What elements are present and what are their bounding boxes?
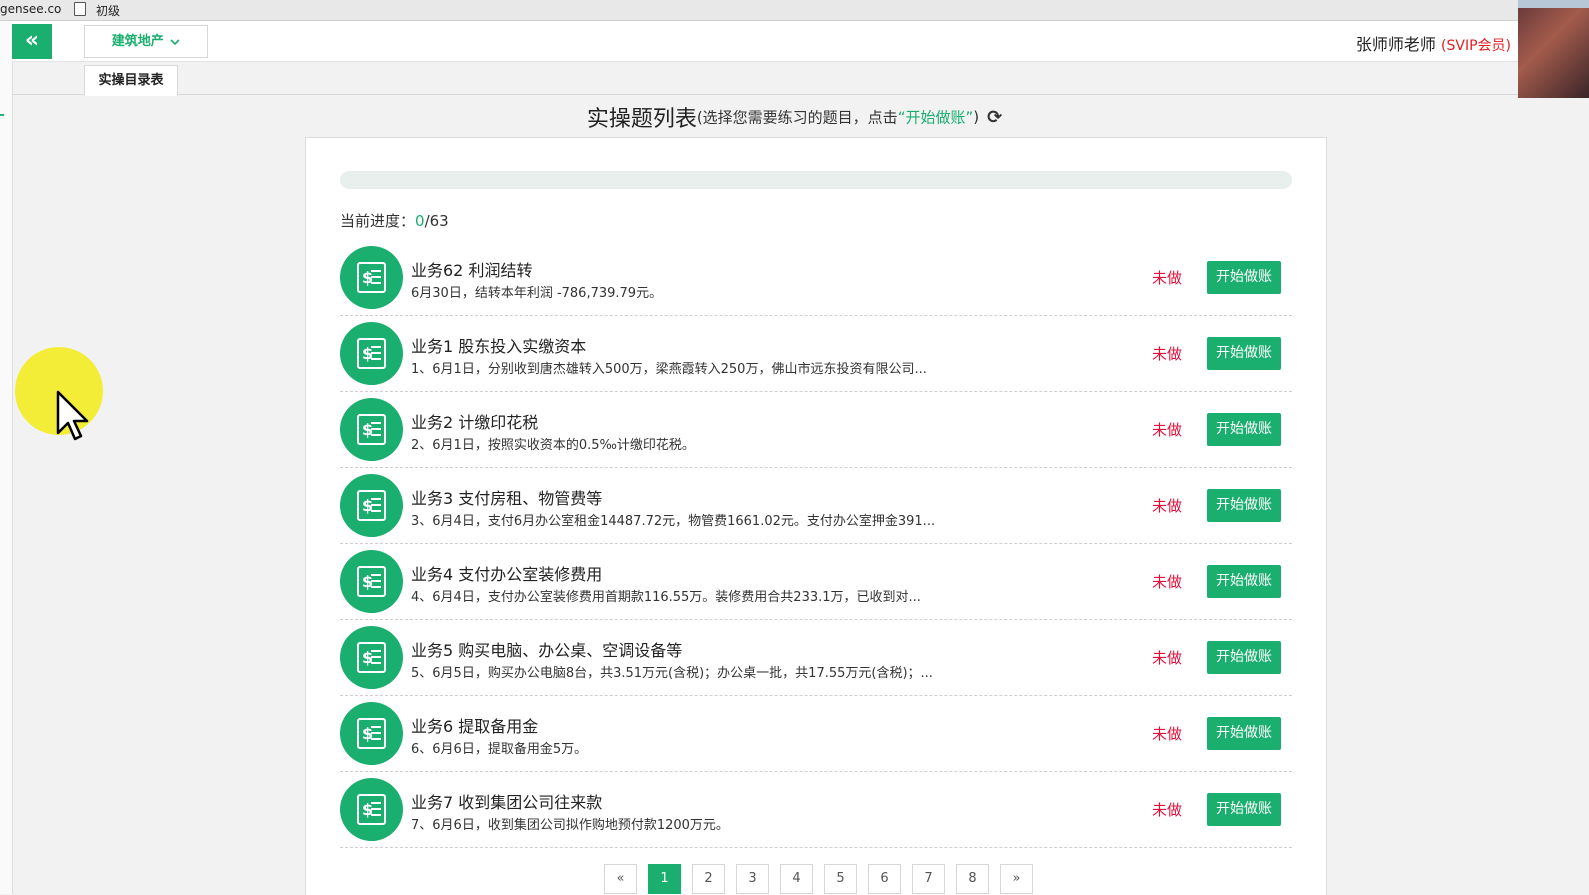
- task-description: 2、6月1日，按照实收资本的0.5‰计缴印花税。: [411, 438, 695, 453]
- receipt-sheet: $: [357, 794, 386, 825]
- task-title[interactable]: 业务4 支付办公室装修费用: [411, 561, 602, 585]
- receipt-sheet: $: [357, 642, 386, 673]
- user-name: 张师师老师: [1355, 35, 1436, 54]
- task-title[interactable]: 业务3 支付房租、物管费等: [411, 485, 602, 509]
- left-sidebar-edge: [0, 21, 13, 894]
- task-status: 未做: [1152, 421, 1183, 439]
- progress-label: 当前进度：: [340, 212, 416, 230]
- receipt-sheet: $: [357, 718, 386, 749]
- task-title[interactable]: 业务62 利润结转: [411, 257, 532, 281]
- receipt-sheet: $: [357, 566, 386, 597]
- task-status: 未做: [1152, 649, 1183, 667]
- task-row: $ 业务5 购买电脑、办公桌、空调设备等 5、6月5日，购买办公电脑8台，共3.51…: [340, 620, 1292, 696]
- industry-select-value: 建筑地产: [111, 34, 164, 49]
- task-row: $ 业务62 利润结转 6月30日，结转本年利润 -786,739.79元。 未做 开始…: [340, 240, 1292, 316]
- browser-tab-title[interactable]: 初级: [96, 2, 120, 19]
- task-list: $ 业务62 利润结转 6月30日，结转本年利润 -786,739.79元。 未做 开始…: [340, 240, 1292, 848]
- task-status: 未做: [1152, 345, 1183, 363]
- pagination-page-2[interactable]: 2: [692, 864, 725, 894]
- task-status: 未做: [1152, 269, 1183, 287]
- collapse-sidebar-button[interactable]: «: [12, 24, 52, 59]
- progress-done: 0: [415, 212, 425, 230]
- start-bookkeeping-button[interactable]: 开始做账: [1207, 261, 1281, 294]
- task-row: $ 业务1 股东投入实缴资本 1、6月1日，分别收到唐杰雄转入500万，梁燕霞转入2…: [340, 316, 1292, 392]
- receipt-icon: $: [340, 550, 403, 613]
- receipt-icon: $: [340, 626, 403, 689]
- task-title[interactable]: 业务2 计缴印花税: [411, 409, 538, 433]
- start-bookkeeping-button[interactable]: 开始做账: [1207, 717, 1281, 750]
- task-description: 6、6月6日，提取备用金5万。: [411, 742, 588, 757]
- double-chevron-left-icon: «: [24, 28, 40, 53]
- pagination: « 1 2 3 4 5 6 7 8 »: [604, 864, 1044, 894]
- chevron-down-icon: [170, 38, 180, 45]
- task-title[interactable]: 业务7 收到集团公司往来款: [411, 789, 602, 813]
- task-description: 5、6月5日，购买办公电脑8台，共3.51万元(含税)；办公桌一批，共17.55…: [411, 666, 933, 681]
- task-description: 7、6月6日，收到集团公司拟作购地预付款1200万元。: [411, 818, 729, 833]
- pagination-page-7[interactable]: 7: [912, 864, 945, 894]
- industry-select[interactable]: 建筑地产: [84, 25, 208, 58]
- tab-bar: 实操目录表: [12, 62, 1518, 96]
- task-status: 未做: [1152, 801, 1183, 819]
- task-row: $ 业务7 收到集团公司往来款 7、6月6日，收到集团公司拟作购地预付款1200万元…: [340, 772, 1292, 848]
- user-level-badge: (SVIP会员): [1441, 38, 1511, 54]
- list-hint-action: “开始做账”: [897, 108, 974, 127]
- receipt-sheet: $: [357, 262, 386, 293]
- user-info[interactable]: 张师师老师 (SVIP会员): [1356, 31, 1511, 55]
- webcam-overlay: [1518, 0, 1589, 98]
- top-bar: « 建筑地产 张师师老师 (SVIP会员): [12, 21, 1589, 62]
- receipt-icon: $: [340, 702, 403, 765]
- task-description: 3、6月4日，支付6月办公室租金14487.72元，物管费1661.02元。支付…: [411, 514, 936, 529]
- task-title[interactable]: 业务1 股东投入实缴资本: [411, 333, 586, 357]
- start-bookkeeping-button[interactable]: 开始做账: [1207, 337, 1281, 370]
- task-status: 未做: [1152, 725, 1183, 743]
- pagination-next-button[interactable]: »: [1000, 864, 1033, 894]
- receipt-icon: $: [340, 398, 403, 461]
- progress-total: /63: [424, 212, 449, 230]
- document-icon: [74, 2, 86, 16]
- tab-practice-catalog[interactable]: 实操目录表: [84, 65, 178, 96]
- task-row: $ 业务2 计缴印花税 2、6月1日，按照实收资本的0.5‰计缴印花税。 未做 开始做账: [340, 392, 1292, 468]
- start-bookkeeping-button[interactable]: 开始做账: [1207, 565, 1281, 598]
- pagination-page-1[interactable]: 1: [648, 864, 681, 894]
- progress-text: 当前进度：0/63: [340, 210, 449, 231]
- task-list-card: 当前进度：0/63 $ 业务62 利润结转 6月30日，结转本年利润 -786,73…: [305, 137, 1327, 895]
- pagination-page-8[interactable]: 8: [956, 864, 989, 894]
- task-status: 未做: [1152, 497, 1183, 515]
- pagination-page-6[interactable]: 6: [868, 864, 901, 894]
- task-description: 6月30日，结转本年利润 -786,739.79元。: [411, 286, 663, 301]
- task-description: 1、6月1日，分别收到唐杰雄转入500万，梁燕霞转入250万，佛山市远东投资有限…: [411, 362, 927, 377]
- start-bookkeeping-button[interactable]: 开始做账: [1207, 489, 1281, 522]
- task-row: $ 业务3 支付房租、物管费等 3、6月4日，支付6月办公室租金14487.72元，…: [340, 468, 1292, 544]
- receipt-sheet: $: [357, 414, 386, 445]
- mouse-cursor-icon: [56, 390, 89, 441]
- receipt-sheet: $: [357, 490, 386, 521]
- browser-tab-strip: gensee.co 初级: [0, 0, 1589, 21]
- receipt-icon: $: [340, 322, 403, 385]
- receipt-icon: $: [340, 474, 403, 537]
- start-bookkeeping-button[interactable]: 开始做账: [1207, 641, 1281, 674]
- start-bookkeeping-button[interactable]: 开始做账: [1207, 793, 1281, 826]
- pagination-page-4[interactable]: 4: [780, 864, 813, 894]
- list-hint-suffix: ): [973, 108, 980, 126]
- list-hint-prefix: (选择您需要练习的题目，点击: [696, 108, 898, 127]
- task-title[interactable]: 业务6 提取备用金: [411, 713, 538, 737]
- task-description: 4、6月4日，支付办公室装修费用首期款116.55万。装修费用合共233.1万，…: [411, 590, 921, 605]
- progress-bar: [340, 171, 1292, 189]
- task-status: 未做: [1152, 573, 1183, 591]
- receipt-sheet: $: [357, 338, 386, 369]
- receipt-icon: $: [340, 246, 403, 309]
- list-heading: 实操题列表(选择您需要练习的题目，点击“开始做账”) ⟳: [0, 101, 1589, 133]
- start-bookkeeping-button[interactable]: 开始做账: [1207, 413, 1281, 446]
- pagination-prev-button[interactable]: «: [604, 864, 637, 894]
- page-title: 实操题列表: [586, 107, 697, 132]
- task-row: $ 业务4 支付办公室装修费用 4、6月4日，支付办公室装修费用首期款116.55万…: [340, 544, 1292, 620]
- task-title[interactable]: 业务5 购买电脑、办公桌、空调设备等: [411, 637, 682, 661]
- pagination-page-3[interactable]: 3: [736, 864, 769, 894]
- refresh-icon[interactable]: ⟳: [987, 107, 1002, 128]
- task-row: $ 业务6 提取备用金 6、6月6日，提取备用金5万。 未做 开始做账: [340, 696, 1292, 772]
- receipt-icon: $: [340, 778, 403, 841]
- pagination-page-5[interactable]: 5: [824, 864, 857, 894]
- url-fragment: gensee.co: [0, 2, 62, 16]
